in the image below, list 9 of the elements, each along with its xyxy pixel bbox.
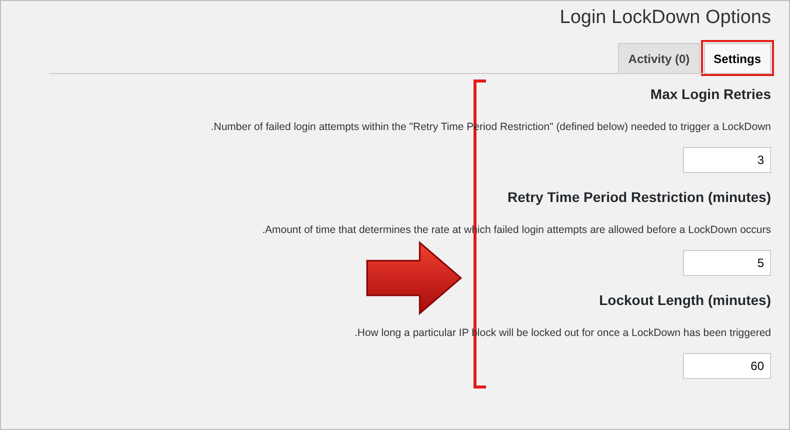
page-title: Login LockDown Options (560, 7, 771, 29)
tab[interactable]: Activity (0) (618, 43, 700, 73)
input-field[interactable]: 5 (683, 250, 771, 276)
setting-heading: Lockout Length (minutes) (599, 292, 771, 308)
input-field[interactable]: 60 (683, 353, 771, 379)
input-field[interactable]: 3 (683, 147, 771, 173)
setting-heading: Retry Time Period Restriction (minutes) (508, 189, 771, 205)
setting-heading: Max Login Retries (650, 86, 771, 102)
tab[interactable]: Settings (704, 43, 771, 73)
